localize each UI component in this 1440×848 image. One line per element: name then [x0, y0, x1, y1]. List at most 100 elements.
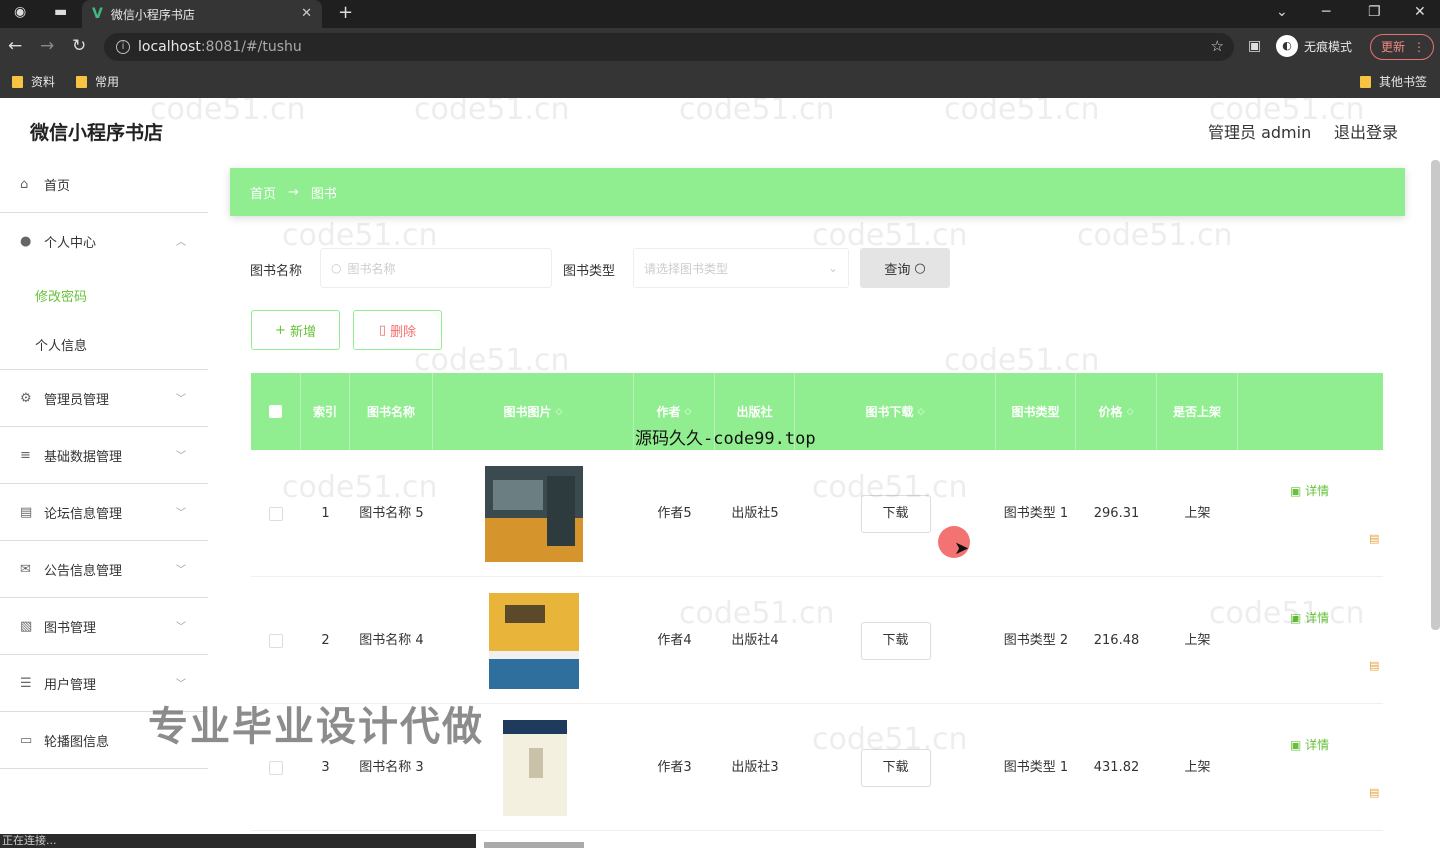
- sliders-icon: ≡: [20, 447, 31, 463]
- settings-icon: ⚙: [20, 390, 32, 406]
- address-toolbar: ← → ↻ i localhost:8081/#/tushu ☆ ▣ ◐ 无痕模…: [0, 28, 1440, 66]
- sidebar-item-personal-center[interactable]: ● 个人中心 ︿: [0, 213, 208, 270]
- search-icon: ○: [914, 260, 926, 276]
- row-book-name: 图书名称 4: [359, 632, 424, 648]
- add-button[interactable]: + 新增: [251, 310, 340, 350]
- chevron-down-icon: ﹀: [176, 622, 186, 633]
- row-book-image[interactable]: [433, 450, 634, 577]
- address-bar[interactable]: i localhost:8081/#/tushu ☆: [104, 33, 1234, 61]
- browser-menu-icon[interactable]: ◉: [14, 4, 26, 20]
- detail-button[interactable]: ▣ 详情: [1290, 609, 1329, 626]
- edit-icon[interactable]: ▤: [1369, 659, 1379, 672]
- star-icon[interactable]: ☆: [1211, 37, 1224, 55]
- column-index[interactable]: 索引: [301, 373, 350, 450]
- announcement-icon: ✉: [20, 561, 31, 577]
- delete-button[interactable]: ▯ 删除: [353, 310, 442, 350]
- sidebar-item-basic-data[interactable]: ≡ 基础数据管理 ﹀: [0, 427, 208, 484]
- watermark: code51.cn: [1077, 218, 1233, 253]
- column-price[interactable]: 价格 ◇: [1076, 373, 1157, 450]
- bookmark-label: 资料: [31, 75, 56, 89]
- chevron-down-icon: ﹀: [176, 451, 186, 462]
- download-button[interactable]: 下载: [860, 621, 931, 660]
- reload-icon[interactable]: ↻: [72, 36, 86, 56]
- download-button[interactable]: 下载: [860, 748, 931, 787]
- bookmark-folder-1[interactable]: 资料: [12, 73, 55, 90]
- folder-icon: [12, 75, 23, 88]
- detail-button[interactable]: ▣ 详情: [1290, 736, 1329, 753]
- bookmarks-bar: 资料 常用 其他书签: [0, 66, 1440, 98]
- minimize-icon[interactable]: ─: [1322, 4, 1330, 20]
- close-icon[interactable]: ✕: [301, 6, 312, 21]
- detail-button[interactable]: ▣ 详情: [1290, 482, 1329, 499]
- chevron-down-icon[interactable]: ⌄: [1276, 4, 1288, 20]
- forward-icon[interactable]: →: [40, 36, 54, 56]
- download-button[interactable]: 下载: [860, 494, 931, 533]
- app-title: 微信小程序书店: [30, 122, 164, 144]
- overlay-code-text: 源码久久-code99.top: [635, 429, 816, 449]
- breadcrumb-home[interactable]: 首页: [250, 183, 276, 202]
- restore-icon[interactable]: ❐: [1368, 4, 1381, 20]
- info-icon[interactable]: i: [116, 40, 130, 54]
- horizontal-scrollbar[interactable]: [484, 842, 584, 848]
- sidebar-item-announcement[interactable]: ✉ 公告信息管理 ﹀: [0, 541, 208, 598]
- sidebar-item-forum[interactable]: ▤ 论坛信息管理 ﹀: [0, 484, 208, 541]
- column-download[interactable]: 图书下载 ◇: [795, 373, 996, 450]
- sidebar-subitem-change-password[interactable]: 修改密码: [0, 270, 208, 320]
- back-icon[interactable]: ←: [8, 36, 22, 56]
- book-cover-image: [484, 465, 583, 562]
- bookmark-label: 常用: [95, 75, 120, 89]
- row-checkbox[interactable]: [251, 577, 301, 704]
- browser-tab[interactable]: V 微信小程序书店 ✕: [82, 0, 322, 28]
- slideshow-icon: ▭: [20, 732, 33, 748]
- breadcrumb: 首页 → 图书: [230, 168, 1405, 216]
- window-close-icon[interactable]: ✕: [1414, 4, 1426, 20]
- cursor-icon: ➤: [954, 538, 970, 559]
- sidebar-subitem-profile[interactable]: 个人信息: [0, 320, 208, 370]
- document-icon: ▤: [20, 504, 33, 520]
- search-icon: ○: [331, 261, 342, 275]
- incognito-indicator[interactable]: ◐ 无痕模式: [1276, 35, 1352, 57]
- row-price: 431.82: [1093, 759, 1140, 775]
- row-checkbox[interactable]: [251, 450, 301, 577]
- logout-link[interactable]: 退出登录: [1334, 119, 1398, 143]
- admin-label: 管理员 admin: [1208, 123, 1312, 142]
- update-button[interactable]: 更新 ⋮: [1370, 34, 1434, 60]
- edit-icon[interactable]: ▤: [1369, 786, 1379, 799]
- table-row: 2 图书名称 4 作者4 出版社4 下载 图书类型 2 216.48 上架 ▣ …: [251, 577, 1383, 704]
- column-book-name[interactable]: 图书名称: [350, 373, 433, 450]
- column-book-image[interactable]: 图书图片 ◇: [433, 373, 634, 450]
- sidepanel-icon[interactable]: ▣: [1248, 38, 1261, 54]
- incognito-icon: ◐: [1276, 35, 1298, 57]
- watermark: code51.cn: [679, 98, 835, 127]
- table-row: 1 图书名称 5 作者5 出版社5 下载 图书类型 1 296.31 上架 ▣ …: [251, 450, 1383, 577]
- new-tab-icon[interactable]: +: [338, 2, 353, 23]
- row-book-image[interactable]: [433, 577, 634, 704]
- edit-icon[interactable]: ▤: [1369, 532, 1379, 545]
- incognito-label: 无痕模式: [1304, 39, 1353, 54]
- column-book-type[interactable]: 图书类型: [996, 373, 1076, 450]
- folder-icon: [1360, 75, 1371, 88]
- select-all-checkbox[interactable]: [251, 373, 301, 450]
- sidebar-item-home[interactable]: ⌂ 首页: [0, 156, 208, 213]
- browser-tab-title: 微信小程序书店: [110, 7, 195, 22]
- breadcrumb-separator: →: [288, 184, 299, 200]
- checkbox-icon: [269, 405, 282, 418]
- sidebar-item-label: 个人中心: [44, 236, 97, 251]
- row-price: 216.48: [1093, 632, 1140, 648]
- book-name-input[interactable]: ○ 图书名称: [320, 248, 552, 288]
- row-status: 上架: [1184, 759, 1211, 775]
- sidebar-item-label: 用户管理: [44, 677, 97, 693]
- chevron-down-icon: ﹀: [176, 679, 186, 690]
- tab-search-icon[interactable]: ▬: [54, 4, 67, 20]
- query-button[interactable]: 查询 ○: [860, 248, 950, 288]
- sidebar-item-books[interactable]: ▧ 图书管理 ﹀: [0, 598, 208, 655]
- other-bookmarks[interactable]: 其他书签: [1360, 73, 1427, 90]
- book-type-select[interactable]: 请选择图书类型 ⌄: [633, 248, 849, 288]
- sidebar-item-label: 基础数据管理: [44, 449, 123, 465]
- plus-icon: +: [275, 322, 286, 338]
- column-on-shelf[interactable]: 是否上架: [1157, 373, 1238, 450]
- sidebar-item-admin-management[interactable]: ⚙ 管理员管理 ﹀: [0, 370, 208, 427]
- book-type-label: 图书类型: [563, 264, 616, 279]
- vertical-scrollbar[interactable]: [1431, 160, 1440, 630]
- bookmark-folder-2[interactable]: 常用: [76, 73, 119, 90]
